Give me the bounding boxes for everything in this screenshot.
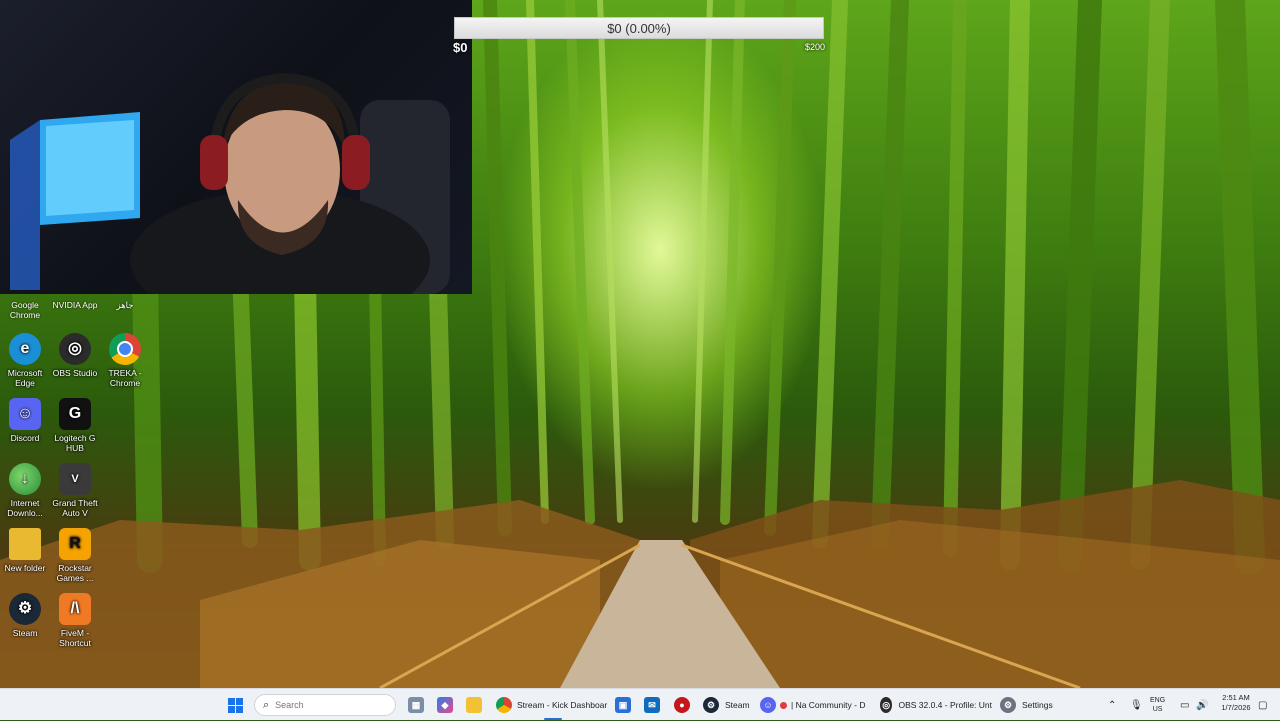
folder-icon <box>466 697 482 713</box>
taskbar-app-settings[interactable]: ⚙ Settings <box>1000 689 1060 721</box>
taskbar-red-app[interactable]: ● <box>674 689 690 721</box>
desktop-icon-gta[interactable]: V Grand Theft Auto V <box>50 463 100 518</box>
gta-icon: V <box>59 463 91 495</box>
obs-icon: ◎ <box>880 697 893 713</box>
donation-goal-text: $0 (0.00%) <box>607 20 671 36</box>
steam-icon: ⚙ <box>703 697 719 713</box>
streamer-webcam-image <box>10 72 450 294</box>
language-label: ENG <box>1150 697 1166 704</box>
network-icon: ▭ <box>1180 699 1190 711</box>
tray-microphone[interactable]: 🎙 <box>1130 689 1143 721</box>
desktop-icon-arabic[interactable]: جاهز <box>100 300 150 311</box>
desktop-icon-label: Google Chrome <box>9 300 41 320</box>
taskbar-app-steam[interactable]: ⚙ Steam <box>703 689 755 721</box>
record-icon: ● <box>674 697 690 713</box>
folder-icon <box>9 528 41 560</box>
notification-bell-icon: ▢ <box>1258 699 1268 711</box>
desktop-icon-logitech[interactable]: G Logitech G HUB <box>50 398 100 453</box>
donation-goal-min: $0 <box>453 40 468 55</box>
desktop-icon-label: جاهز <box>116 300 134 310</box>
taskbar-store[interactable]: ▣ <box>615 689 631 721</box>
desktop-icon-steam[interactable]: ⚙ Steam <box>0 593 50 638</box>
discord-icon: ☺ <box>760 697 776 713</box>
rockstar-icon: R <box>59 528 91 560</box>
idm-icon: ↓ <box>9 463 41 495</box>
donation-goal-max: $200 <box>805 42 826 52</box>
taskbar-app-label: | Na Community - D <box>791 700 866 710</box>
desktop-icon-label: Logitech G HUB <box>54 433 96 453</box>
region-label: US <box>1152 706 1163 713</box>
taskbar-file-explorer-pin[interactable]: ▦ <box>408 689 424 721</box>
volume-icon: 🔊 <box>1196 699 1209 711</box>
desktop-icon-new-folder[interactable]: New folder <box>0 528 50 573</box>
mail-icon: ✉ <box>644 697 660 713</box>
desktop-icon-google-chrome[interactable]: Google Chrome <box>0 300 50 320</box>
discord-icon: ☺ <box>9 398 41 430</box>
taskbar-app-obs[interactable]: ◎ OBS 32.0.4 - Profile: Unt <box>880 689 992 721</box>
webcam-overlay <box>0 0 472 294</box>
donation-goal-bar: $0 (0.00%) <box>454 17 824 39</box>
desktop-icon-label: NVIDIA App <box>52 300 98 310</box>
clock-date: 1/7/2026 <box>1221 703 1251 712</box>
taskbar-app-label: Settings <box>1022 700 1053 710</box>
tray-overflow-button[interactable]: ⌃ <box>1108 689 1116 721</box>
taskbar-file-explorer[interactable] <box>466 689 482 721</box>
search-icon: ⌕ <box>263 698 270 711</box>
taskbar-outlook[interactable]: ✉ <box>644 689 660 721</box>
desktop-icon-label: Microsoft Edge <box>7 368 43 388</box>
steam-icon: ⚙ <box>9 593 41 625</box>
desktop-icon-label: FiveM - Shortcut <box>59 628 91 648</box>
desktop-icon-edge[interactable]: e Microsoft Edge <box>0 333 50 388</box>
logitech-icon: G <box>59 398 91 430</box>
app-window-icon: ▦ <box>408 697 424 713</box>
desktop-icon-label: Steam <box>12 628 38 638</box>
desktop-icon-idm[interactable]: ↓ Internet Downlo... <box>0 463 50 518</box>
tray-language[interactable]: ENG US <box>1150 689 1165 721</box>
clock-time: 2:51 AM <box>1222 693 1250 702</box>
taskbar-clock[interactable]: 2:51 AM 1/7/2026 <box>1218 693 1254 713</box>
taskbar-app-chrome[interactable]: Stream - Kick Dashboar <box>496 689 610 721</box>
taskbar-app-label: Steam <box>725 700 750 710</box>
tray-volume[interactable]: 🔊 <box>1196 689 1208 721</box>
desktop-icon-treka-chrome[interactable]: TREKA - Chrome <box>100 333 150 388</box>
taskbar-app-discord[interactable]: ☺ | Na Community - D <box>760 689 872 721</box>
desktop-icon-label: Rockstar Games ... <box>56 563 94 583</box>
store-icon: ▣ <box>615 697 631 713</box>
gear-icon: ⚙ <box>1000 697 1016 713</box>
taskbar-app-label: OBS 32.0.4 - Profile: Unt <box>898 700 992 710</box>
copilot-icon: ◆ <box>437 697 453 713</box>
desktop-icon-label: TREKA - Chrome <box>108 368 142 388</box>
windows-start-icon <box>228 697 243 713</box>
chevron-up-icon: ⌃ <box>1108 699 1117 711</box>
fivem-icon: /\ <box>59 593 91 625</box>
desktop-icon-obs[interactable]: ◎ OBS Studio <box>50 333 100 378</box>
taskbar-app-label: Stream - Kick Dashboar <box>517 700 608 710</box>
chrome-icon <box>496 697 512 713</box>
desktop-icon-rockstar[interactable]: R Rockstar Games ... <box>50 528 100 583</box>
desktop-icon-nvidia-app[interactable]: NVIDIA App <box>50 300 100 310</box>
desktop-icon-label: OBS Studio <box>52 368 98 378</box>
taskbar-search[interactable]: ⌕ <box>254 694 396 716</box>
obs-icon: ◎ <box>59 333 91 365</box>
chrome-icon <box>109 333 141 365</box>
desktop-icon-label: Internet Downlo... <box>7 498 43 518</box>
tray-notifications[interactable]: ▢ <box>1258 689 1267 721</box>
edge-icon: e <box>9 333 41 365</box>
taskbar: ⌕ ▦ ◆ Stream - Kick Dashboar ▣ ✉ ● ⚙ Ste… <box>0 688 1280 720</box>
search-input[interactable] <box>273 699 378 711</box>
desktop-icon-fivem[interactable]: /\ FiveM - Shortcut <box>50 593 100 648</box>
taskbar-copilot[interactable]: ◆ <box>437 689 453 721</box>
microphone-icon: 🎙 <box>1130 699 1143 711</box>
desktop-icon-label: Discord <box>10 433 40 443</box>
start-button[interactable] <box>228 689 246 721</box>
desktop-icon-discord[interactable]: ☺ Discord <box>0 398 50 443</box>
desktop-icon-label: New folder <box>4 563 46 573</box>
desktop-icon-label: Grand Theft Auto V <box>52 498 98 518</box>
notification-badge-icon <box>780 701 787 709</box>
tray-network[interactable]: ▭ <box>1180 689 1189 721</box>
